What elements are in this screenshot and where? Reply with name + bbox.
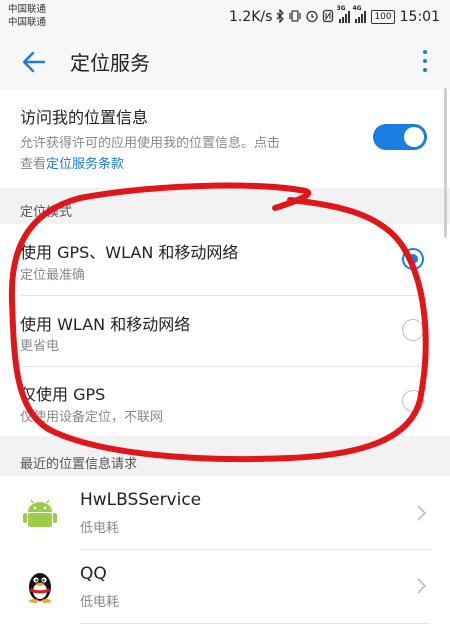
carrier-2: 中国联通 [8,17,47,28]
divider [80,549,430,550]
location-access-title: 访问我的位置信息 [20,108,149,127]
scrollbar[interactable] [444,88,447,238]
network-speed: 1.2K/s [228,9,273,25]
mode-option-1-radio[interactable] [402,248,424,270]
toggle-knob [404,127,424,147]
mode-option-2-title[interactable]: 使用 WLAN 和移动网络 [20,311,190,335]
android-icon [22,495,58,531]
vibrate-icon [288,9,302,26]
divider [20,295,430,296]
bluetooth-icon [275,7,285,26]
chevron-right-icon[interactable] [414,576,428,596]
mode-option-1-title[interactable]: 使用 GPS、WLAN 和移动网络 [20,239,238,263]
mode-option-2-radio[interactable] [402,319,424,341]
app-bar: 定位服务 [0,34,450,90]
app-2-usage: 低电耗 [80,595,120,610]
page-title: 定位服务 [70,51,150,75]
back-arrow-icon[interactable] [18,46,50,78]
mode-option-3-radio[interactable] [402,390,424,412]
recent-section-header: 最近的位置信息请求 [20,457,138,472]
signal-4g-icon: 4G [352,5,367,23]
app-1-name[interactable]: HwLBSService [80,490,201,510]
terms-link[interactable]: 定位服务条款 [46,157,124,172]
chevron-right-icon[interactable] [414,503,428,523]
mode-option-3-subtitle: 仅使用设备定位，不联网 [20,410,164,425]
alarm-icon [305,9,319,26]
location-access-desc-2: 查看定位服务条款 [20,153,124,172]
divider [80,623,430,624]
location-access-desc: 允许获得许可的应用使用我的位置信息。点击 [20,136,281,151]
status-icons: 1.2K/s 3G 4G 100 15:01 [228,5,440,28]
divider [20,366,430,367]
status-bar: 中国联通 中国联通 1.2K/s 3G 4G 100 15:01 [0,0,450,34]
battery-level: 100 [371,10,395,24]
mode-option-3-title[interactable]: 仅使用 GPS [20,381,105,405]
recent-app-list [0,476,450,640]
mode-option-2-subtitle: 更省电 [20,339,60,354]
desc-prefix: 查看 [20,157,47,172]
signal-3g-icon: 3G [336,5,351,23]
more-options-icon[interactable] [422,50,428,76]
carrier-1: 中国联通 [8,4,47,15]
mode-option-1-subtitle: 定位最准确 [20,268,86,283]
app-2-name[interactable]: QQ [80,564,107,584]
qq-penguin-icon [22,568,58,604]
app-1-usage: 低电耗 [80,521,120,536]
location-toggle[interactable] [373,124,427,150]
mode-section-header: 定位模式 [20,205,73,220]
nfc-icon [322,9,334,26]
clock: 15:01 [399,9,440,25]
